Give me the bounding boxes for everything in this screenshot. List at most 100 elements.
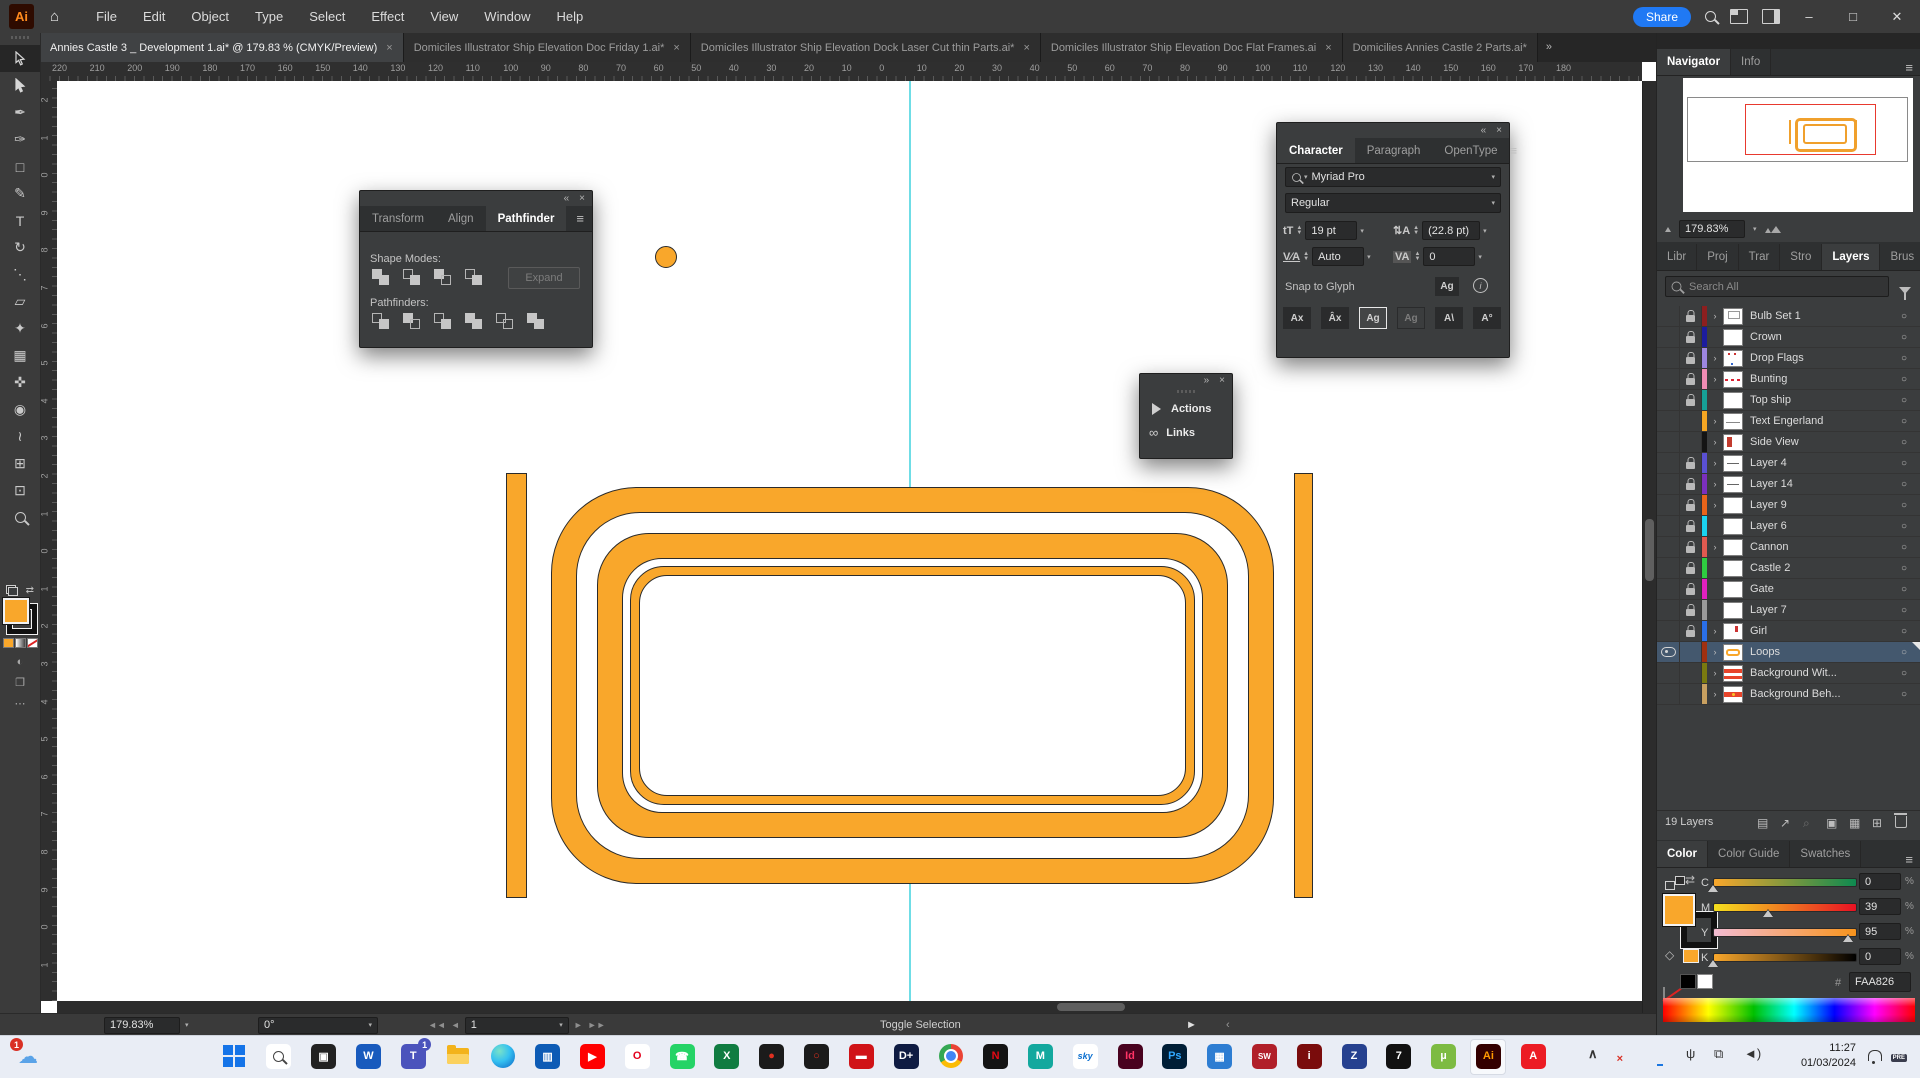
layer-row-top-ship[interactable]: Top ship○ [1657,390,1920,411]
visibility-toggle[interactable] [1657,369,1680,389]
navigator-zoom-dropdown[interactable]: ▾ [1753,225,1757,233]
visibility-toggle[interactable] [1657,516,1680,536]
white-swatch[interactable] [1697,974,1713,989]
tab-swatches[interactable]: Swatches [1790,841,1861,867]
prev-artboard-icon[interactable]: ◄ [451,1020,460,1030]
rectangle-tool[interactable]: □ [0,153,40,180]
layer-thumbnail[interactable] [1723,518,1743,535]
shape-mode-unite[interactable] [370,269,394,287]
menu-edit[interactable]: Edit [130,0,178,33]
lock-toggle[interactable] [1680,600,1702,620]
menu-file[interactable]: File [83,0,130,33]
layer-thumbnail[interactable] [1723,560,1743,577]
tab-menu-icon[interactable]: ≡ [1905,60,1920,75]
layer-target-icon[interactable]: ○ [1887,626,1920,637]
gamut-swatch[interactable] [1683,949,1699,963]
layer-row-text-engerland[interactable]: ›Text Engerland○ [1657,411,1920,432]
tray-speaker-icon[interactable]: ◄) [1744,1046,1761,1061]
taskbar-maya[interactable]: M [1026,1042,1054,1070]
taskbar-adobe-app-1[interactable]: ● [758,1042,786,1070]
layer-target-icon[interactable]: ○ [1887,668,1920,679]
tray-usb-icon[interactable]: ψ [1686,1046,1695,1061]
tab-brus[interactable]: Brus [1880,244,1920,270]
locate-object-icon[interactable]: ⌕ [1803,816,1810,831]
character-close-icon[interactable]: × [1496,125,1502,136]
kerning-dropdown[interactable]: ▾ [1367,253,1371,261]
tab-navigator[interactable]: Navigator [1657,49,1731,75]
lock-toggle[interactable] [1680,390,1702,410]
layer-name[interactable]: Castle 2 [1750,562,1887,574]
menu-help[interactable]: Help [544,0,597,33]
pathfinder-merge[interactable] [432,313,456,331]
draw-mode-icon[interactable]: ◐ [0,656,40,668]
layer-row-layer-6[interactable]: Layer 6○ [1657,516,1920,537]
layer-target-icon[interactable]: ○ [1887,689,1920,700]
tab-libr[interactable]: Libr [1657,244,1697,270]
mesh-tool[interactable]: ▦ [0,342,40,369]
snap-glyph-header-button[interactable]: Ag [1435,277,1459,296]
taskbar-disney-plus[interactable]: D+ [892,1042,920,1070]
pathfinder-trim[interactable] [401,313,425,331]
navigator-preview[interactable] [1683,78,1913,212]
layer-name[interactable]: Top ship [1750,394,1887,406]
taskbar-red-i-app[interactable]: i [1295,1042,1323,1070]
taskbar-photoshop[interactable]: Ps [1161,1042,1189,1070]
zoom-tool[interactable] [0,504,40,531]
pathfinder-minus-back[interactable] [525,313,549,331]
shape-mode-intersect[interactable] [432,269,456,287]
tab-character[interactable]: Character [1277,138,1355,163]
lock-toggle[interactable] [1680,663,1702,683]
menu-type[interactable]: Type [242,0,296,33]
layer-row-crown[interactable]: Crown○ [1657,327,1920,348]
pathfinder-outline[interactable] [494,313,518,331]
tray-chevron-icon[interactable]: ∧ [1588,1046,1598,1062]
minimize-button[interactable]: – [1794,9,1824,24]
expand-arrow-icon[interactable]: › [1707,647,1723,657]
layer-name[interactable]: Layer 7 [1750,604,1887,616]
lock-toggle[interactable] [1680,495,1702,515]
layer-target-icon[interactable]: ○ [1887,311,1920,322]
tab-align[interactable]: Align [436,206,486,231]
tab-color[interactable]: Color [1657,841,1708,867]
tab-paragraph[interactable]: Paragraph [1355,138,1433,163]
none-mode-icon[interactable] [27,638,38,648]
visibility-toggle[interactable] [1657,495,1680,515]
slider-value-k[interactable]: 0 [1859,948,1901,965]
horizontal-ruler[interactable]: 2202102001901801701601501401301201101009… [40,62,1642,82]
navigator-zoom-field[interactable]: 179.83% [1679,220,1745,238]
layer-thumbnail[interactable] [1723,476,1743,493]
info-icon[interactable]: i [1473,278,1488,293]
expand-arrow-icon[interactable]: › [1707,668,1723,678]
tab-menu-icon[interactable]: ≡ [576,211,592,226]
taskbar-edge[interactable] [489,1042,517,1070]
artwork-circle[interactable] [655,246,677,268]
taskbar-illustrator[interactable]: Ai [1474,1042,1502,1070]
layer-target-icon[interactable]: ○ [1887,521,1920,532]
lock-toggle[interactable] [1680,348,1702,368]
expand-arrow-icon[interactable]: › [1707,479,1723,489]
visibility-toggle[interactable] [1657,411,1680,431]
vertical-scroll-handle[interactable] [1645,519,1654,581]
artboard-tool[interactable]: ⊡ [0,477,40,504]
layer-name[interactable]: Bulb Set 1 [1750,310,1887,322]
snap-baseline[interactable]: Ax [1283,307,1311,329]
shape-mode-exclude[interactable] [463,269,487,287]
visibility-toggle[interactable] [1657,537,1680,557]
tab-trar[interactable]: Trar [1739,244,1781,270]
edit-toolbar-icon[interactable]: ⋯ [0,697,40,710]
layer-thumbnail[interactable] [1723,350,1743,367]
layer-thumbnail[interactable] [1723,392,1743,409]
layer-thumbnail[interactable] [1723,308,1743,325]
lock-toggle[interactable] [1680,474,1702,494]
color-fill-swatch[interactable] [1663,894,1695,926]
layer-row-side-view[interactable]: ›Side View○ [1657,432,1920,453]
menu-select[interactable]: Select [296,0,358,33]
new-layer-icon[interactable]: ⊞ [1872,816,1882,830]
layer-thumbnail[interactable] [1723,434,1743,451]
slider-c[interactable] [1713,878,1857,887]
layer-thumbnail[interactable] [1723,539,1743,556]
out-of-gamut-icon[interactable]: ◇ [1665,948,1674,962]
puppet-warp-tool[interactable]: ✜ [0,369,40,396]
lock-toggle[interactable] [1680,453,1702,473]
character-collapse-icon[interactable]: « [1481,125,1487,136]
